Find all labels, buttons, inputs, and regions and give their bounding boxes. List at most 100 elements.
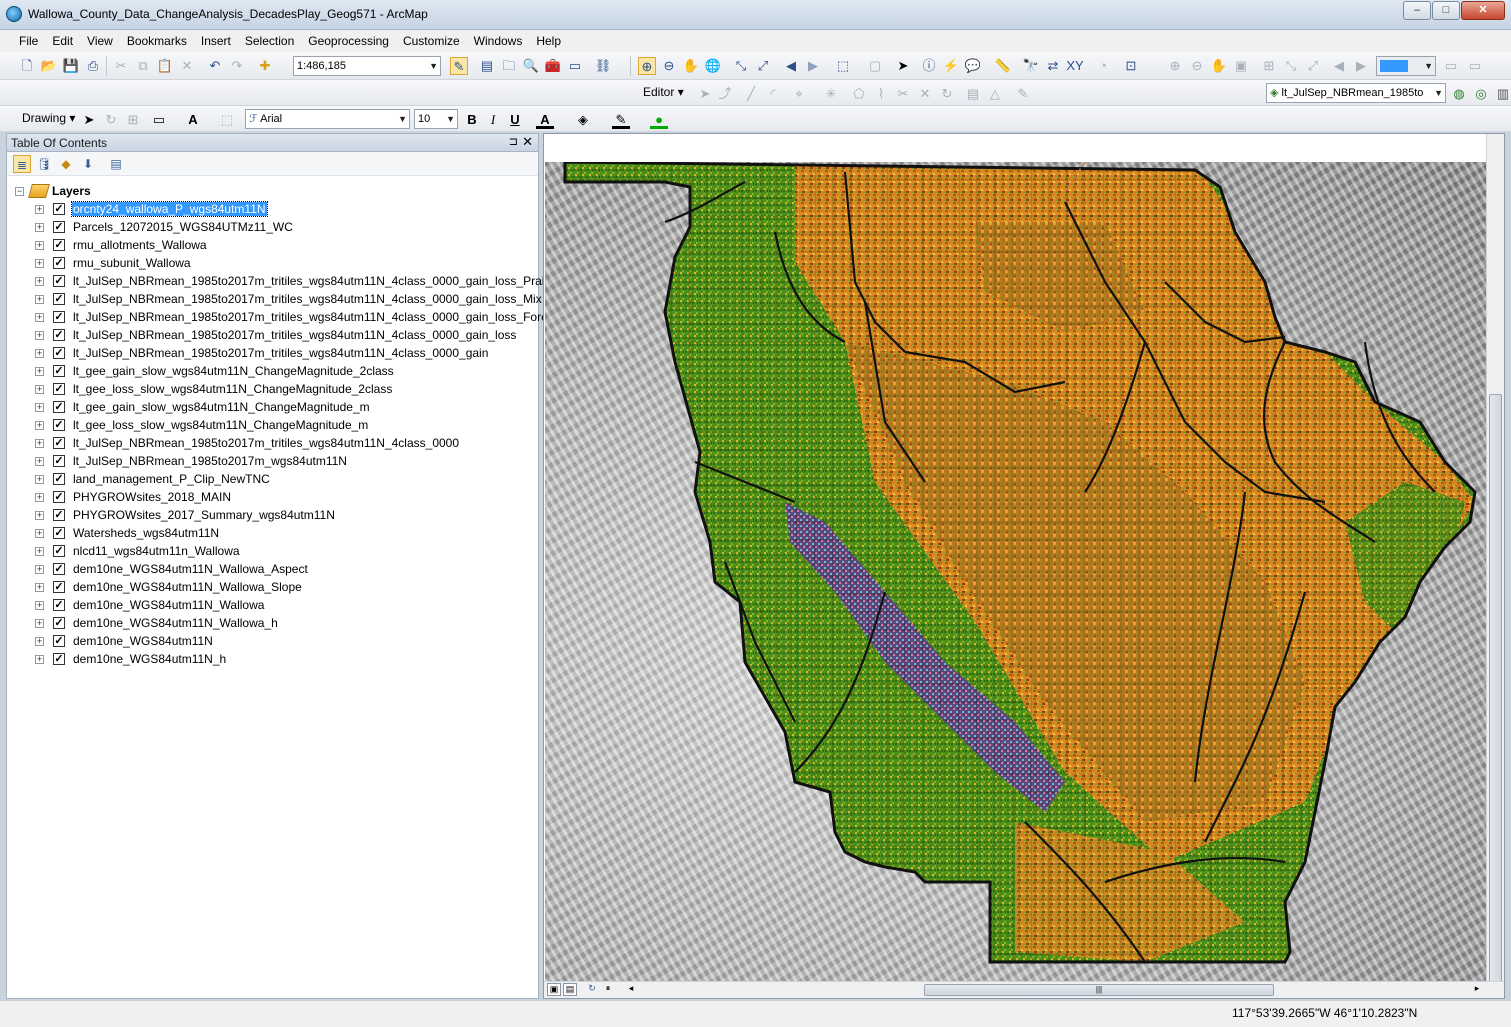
layer-row[interactable]: + ✓ nlcd11_wgs84utm11n_Wallowa: [35, 542, 241, 560]
layout-view-icon[interactable]: ▤: [563, 983, 577, 996]
layer-name[interactable]: dem10ne_WGS84utm11N_Wallowa_Slope: [72, 580, 303, 594]
pin-icon[interactable]: ⊐: [509, 135, 518, 148]
layer-row[interactable]: + ✓ lt_gee_loss_slow_wgs84utm11N_ChangeMag…: [35, 380, 393, 398]
expand-icon[interactable]: +: [35, 654, 44, 664]
layer-visibility-checkbox[interactable]: ✓: [53, 653, 65, 665]
list-by-visibility-icon[interactable]: ◆: [57, 155, 75, 173]
layer-visibility-checkbox[interactable]: ✓: [53, 599, 65, 611]
swipe-icon[interactable]: ◍: [1450, 85, 1468, 103]
menu-windows[interactable]: Windows: [467, 30, 530, 52]
menu-geoprocessing[interactable]: Geoprocessing: [301, 30, 396, 52]
expand-icon[interactable]: +: [35, 276, 44, 286]
zoom-out-icon[interactable]: ⊖: [660, 57, 678, 75]
layer-name[interactable]: lt_JulSep_NBRmean_1985to2017m_tritiles_w…: [72, 328, 517, 342]
layer-visibility-checkbox[interactable]: ✓: [53, 437, 65, 449]
expand-icon[interactable]: +: [35, 366, 44, 376]
map-scale-combo[interactable]: 1:486,185 ▼: [293, 56, 441, 76]
layer-row[interactable]: + ✓ rmu_allotments_Wallowa: [35, 236, 208, 254]
refresh-icon[interactable]: ↻: [585, 983, 599, 996]
paste-icon[interactable]: 📋: [156, 57, 174, 75]
fixed-zoom-in-icon[interactable]: ⤡: [732, 57, 750, 75]
expand-icon[interactable]: +: [35, 240, 44, 250]
rotate-tool-icon[interactable]: ↻: [938, 85, 956, 103]
layer-visibility-checkbox[interactable]: ✓: [53, 293, 65, 305]
pause-drawing-icon[interactable]: ⏸: [601, 983, 615, 996]
model-builder-icon[interactable]: ⛓: [594, 57, 612, 75]
cut-polygons-icon[interactable]: ✂: [894, 85, 912, 103]
layer-name[interactable]: nlcd11_wgs84utm11n_Wallowa: [72, 544, 241, 558]
identify-icon[interactable]: ⓘ: [920, 57, 938, 75]
clear-selection-icon[interactable]: ▢: [866, 57, 884, 75]
flicker-icon[interactable]: ◎: [1472, 85, 1490, 103]
zoom-to-elements-icon[interactable]: ⊞: [124, 111, 142, 129]
layer-name[interactable]: dem10ne_WGS84utm11N_Wallowa: [72, 598, 265, 612]
layer-name[interactable]: lt_gee_gain_slow_wgs84utm11N_ChangeMagni…: [72, 400, 371, 414]
list-by-drawing-order-icon[interactable]: ≣: [13, 155, 31, 173]
layer-name[interactable]: lt_JulSep_NBRmean_1985to2017m_tritiles_w…: [72, 310, 558, 324]
edit-annotation-icon[interactable]: ⤴: [716, 85, 734, 103]
layer-name[interactable]: dem10ne_WGS84utm11N_Wallowa_Aspect: [72, 562, 309, 576]
zoom-100-icon[interactable]: ⊞: [1260, 57, 1278, 75]
layer-visibility-checkbox[interactable]: ✓: [53, 509, 65, 521]
layer-name[interactable]: lt_gee_loss_slow_wgs84utm11N_ChangeMagni…: [72, 382, 393, 396]
layer-row[interactable]: + ✓ lt_JulSep_NBRmean_1985to2017m_tritiles…: [35, 290, 543, 308]
forward-extent-icon[interactable]: ▶: [804, 57, 822, 75]
layer-name[interactable]: lt_JulSep_NBRmean_1985to2017m_tritiles_w…: [72, 346, 489, 360]
copy-icon[interactable]: ⧉: [134, 57, 152, 75]
zoom-in-icon[interactable]: ⊕: [638, 57, 656, 75]
layer-row[interactable]: + ✓ land_management_P_Clip_NewTNC: [35, 470, 271, 488]
map-view[interactable]: ▣ ▤ ↻ ⏸ ◂ ||| ▸: [543, 133, 1505, 999]
attributes-icon[interactable]: ▤: [964, 85, 982, 103]
split-tool-icon[interactable]: ✕: [916, 85, 934, 103]
expand-icon[interactable]: +: [35, 438, 44, 448]
zoom-whole-page-icon[interactable]: ▣: [1232, 57, 1250, 75]
font-color-button[interactable]: A: [536, 111, 554, 129]
maximize-button[interactable]: □: [1432, 1, 1460, 20]
expand-icon[interactable]: +: [35, 312, 44, 322]
back-extent-icon[interactable]: ◀: [782, 57, 800, 75]
expand-icon[interactable]: +: [35, 492, 44, 502]
expand-icon[interactable]: +: [35, 636, 44, 646]
layer-name[interactable]: dem10ne_WGS84utm11N_h: [72, 652, 227, 666]
layout-zoom-out-icon[interactable]: ⊖: [1188, 57, 1206, 75]
reshape-feature-icon[interactable]: ⌇: [872, 85, 890, 103]
point-icon[interactable]: ✳: [822, 85, 840, 103]
layer-visibility-checkbox[interactable]: ✓: [53, 401, 65, 413]
search-window-icon[interactable]: 🔍: [522, 57, 540, 75]
arc-segment-icon[interactable]: ◜: [764, 85, 782, 103]
minimize-button[interactable]: –: [1403, 1, 1431, 20]
layout-back-icon[interactable]: ◀: [1330, 57, 1348, 75]
map-display[interactable]: [545, 162, 1486, 983]
find-binoculars-icon[interactable]: 🔭: [1022, 57, 1040, 75]
find-route-icon[interactable]: ⇄: [1044, 57, 1062, 75]
menu-edit[interactable]: Edit: [45, 30, 80, 52]
menu-view[interactable]: View: [80, 30, 120, 52]
layer-name[interactable]: rmu_subunit_Wallowa: [72, 256, 192, 270]
layout-zoom-in-icon[interactable]: ⊕: [1166, 57, 1184, 75]
histogram-icon[interactable]: ▥: [1494, 85, 1511, 103]
layer-visibility-checkbox[interactable]: ✓: [53, 383, 65, 395]
expand-icon[interactable]: +: [35, 546, 44, 556]
expand-icon[interactable]: +: [35, 294, 44, 304]
layout-fixed-zoom-out-icon[interactable]: ⤢: [1304, 57, 1322, 75]
undo-icon[interactable]: ↶: [206, 57, 224, 75]
layer-row[interactable]: + ✓ lt_JulSep_NBRmean_1985to2017m_tritiles…: [35, 308, 558, 326]
layer-row[interactable]: + ✓ dem10ne_WGS84utm11N_Wallowa: [35, 596, 265, 614]
layer-name[interactable]: lt_JulSep_NBRmean_1985to2017m_wgs84utm11…: [72, 454, 348, 468]
select-features-icon[interactable]: ⬚: [834, 57, 852, 75]
layer-row[interactable]: + ✓ PHYGROWsites_2018_MAIN: [35, 488, 232, 506]
layer-visibility-checkbox[interactable]: ✓: [53, 473, 65, 485]
layer-name[interactable]: PHYGROWsites_2018_MAIN: [72, 490, 232, 504]
layer-row[interactable]: + ✓ orcnty24_wallowa_P_wgs84utm11N: [35, 200, 268, 218]
scroll-left-icon[interactable]: ◂: [624, 983, 638, 996]
layer-name[interactable]: Watersheds_wgs84utm11N: [72, 526, 220, 540]
layer-row[interactable]: + ✓ dem10ne_WGS84utm11N_Wallowa_h: [35, 614, 279, 632]
expand-icon[interactable]: +: [35, 618, 44, 628]
menu-insert[interactable]: Insert: [194, 30, 238, 52]
full-extent-globe-icon[interactable]: 🌐: [704, 57, 722, 75]
expand-icon[interactable]: +: [35, 330, 44, 340]
scroll-right-icon[interactable]: ▸: [1470, 983, 1484, 996]
expand-icon[interactable]: +: [35, 348, 44, 358]
layout-fixed-zoom-in-icon[interactable]: ⤡: [1282, 57, 1300, 75]
layer-row[interactable]: + ✓ lt_JulSep_NBRmean_1985to2017m_tritiles…: [35, 326, 517, 344]
